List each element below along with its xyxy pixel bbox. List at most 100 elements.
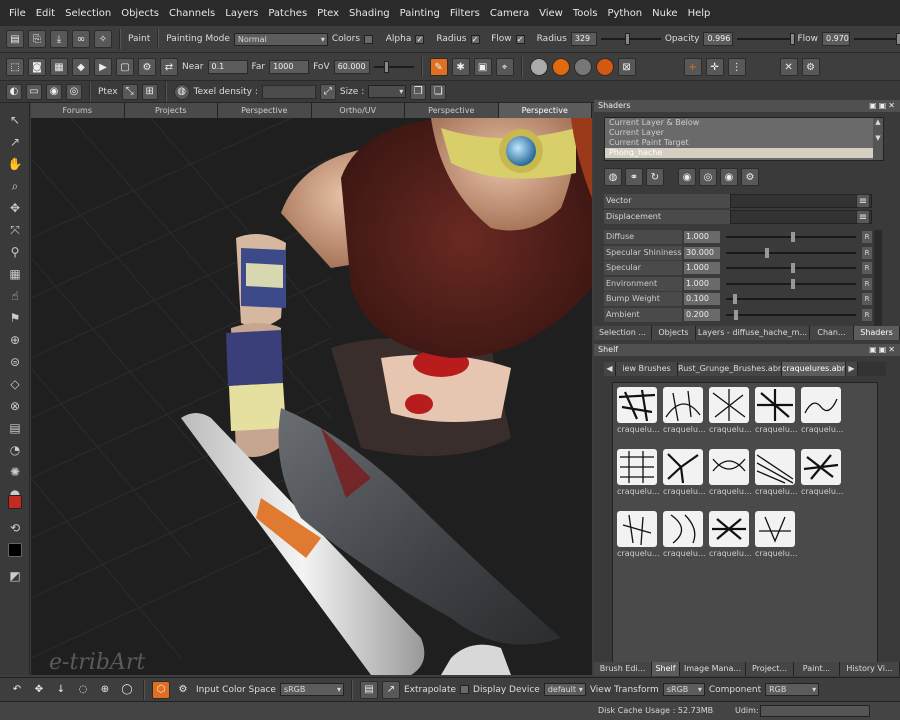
brush-item[interactable]: craquelu... <box>709 387 752 437</box>
shader-list-scrollbar[interactable]: ▲ ▼ <box>873 118 883 160</box>
frame-icon[interactable]: ▢ <box>116 58 134 76</box>
brush-item[interactable]: craquelu... <box>617 387 660 437</box>
param-slider-handle[interactable] <box>732 294 737 304</box>
brush-item[interactable]: craquelu... <box>663 387 706 437</box>
vector-slot[interactable] <box>730 194 872 208</box>
blur-icon[interactable]: ⊜ <box>6 353 24 371</box>
shelf-tab[interactable]: Rust_Grunge_Brushes.abr <box>678 362 782 376</box>
param-reset-button[interactable]: R <box>862 246 872 259</box>
menu-item[interactable]: Camera <box>485 8 534 19</box>
shader-link-icon[interactable]: ⚭ <box>625 168 643 186</box>
foreground-color-swatch[interactable] <box>8 495 22 509</box>
udim-field[interactable] <box>760 705 870 717</box>
param-slider[interactable] <box>726 247 856 258</box>
dock-tab[interactable]: Project... <box>746 662 794 676</box>
lit-sphere-icon[interactable] <box>551 58 570 76</box>
shader-list-item[interactable]: Current Paint Target <box>605 138 883 148</box>
dock-tab[interactable]: Chan... <box>810 326 854 340</box>
shelf-scroll-left-icon[interactable]: ◀ <box>604 362 616 376</box>
brush-item[interactable]: craquelu... <box>709 511 752 561</box>
cube-icon[interactable]: ⬚ <box>6 58 24 76</box>
param-value-field[interactable]: 0.100 <box>684 293 720 305</box>
radius-slider-handle[interactable] <box>624 33 630 45</box>
background-color-swatch[interactable] <box>8 543 22 557</box>
component-select[interactable]: RGB <box>765 683 820 696</box>
dock-tab[interactable]: Shaders <box>854 326 900 340</box>
fov-slider-handle[interactable] <box>383 61 389 73</box>
painting-mode-select[interactable]: Normal <box>233 32 328 46</box>
paint-through-icon[interactable]: ✕ <box>779 58 798 76</box>
param-slider-handle[interactable] <box>791 278 795 289</box>
menu-item[interactable]: Ptex <box>312 8 344 19</box>
move-icon[interactable]: ✥ <box>6 199 24 217</box>
grey-sphere-icon[interactable] <box>573 58 592 76</box>
colors-checkbox[interactable] <box>364 34 374 44</box>
rotate-icon[interactable]: ↶ <box>8 681 26 699</box>
size-select[interactable] <box>368 85 407 98</box>
dock-tab[interactable]: Objects <box>652 326 696 340</box>
import-icon[interactable]: ⤓ <box>50 30 68 48</box>
fov-field[interactable]: 60.000 <box>333 60 370 74</box>
clone-icon[interactable]: ⊕ <box>6 331 24 349</box>
shelf-scroll-right-icon[interactable]: ▶ <box>846 362 858 376</box>
shader-list-item[interactable]: Phong_hache <box>605 148 875 158</box>
menu-item[interactable]: Patches <box>263 8 312 19</box>
grid-icon[interactable]: ▦ <box>50 58 68 76</box>
far-field[interactable]: 1000 <box>269 60 310 74</box>
brush-item[interactable]: craquelu... <box>663 449 706 499</box>
menu-item[interactable]: Selection <box>60 8 116 19</box>
flow-slider-handle[interactable] <box>895 33 900 45</box>
flatten-icon[interactable]: ▭ <box>26 83 42 100</box>
window-controls-icon[interactable]: ▣▣✕ <box>869 100 897 112</box>
shape-icon[interactable]: ◆ <box>72 58 90 76</box>
param-value-field[interactable]: 1.000 <box>684 231 720 243</box>
ptex-grid-icon[interactable]: ⊞ <box>141 83 158 100</box>
view-icon[interactable]: ▶ <box>94 58 112 76</box>
dock-tab[interactable]: Image Mana... <box>680 662 746 676</box>
shaded-sphere-icon[interactable] <box>595 58 614 76</box>
select-faces-icon[interactable]: ↗ <box>6 133 24 151</box>
menu-item[interactable]: Filters <box>445 8 485 19</box>
down-arrow-icon[interactable]: ↓ <box>52 681 70 699</box>
save-icon[interactable]: ▤ <box>6 30 24 48</box>
shader-settings-icon[interactable]: ⚙ <box>741 168 759 186</box>
brush-item[interactable]: craquelu... <box>801 387 844 437</box>
menu-item[interactable]: Channels <box>164 8 220 19</box>
burn-icon[interactable]: ✺ <box>6 463 24 481</box>
zoom-icon[interactable]: ⌕ <box>6 177 24 195</box>
opacity-field[interactable]: 0.996 <box>703 32 734 46</box>
param-reset-button[interactable]: R <box>862 293 872 305</box>
dock-tab[interactable]: Brush Edi... <box>594 662 652 676</box>
camera-icon[interactable]: ◙ <box>28 58 46 76</box>
bug-icon[interactable]: ✱ <box>451 58 470 76</box>
param-slider[interactable] <box>726 294 856 304</box>
orbit-icon[interactable]: ◌ <box>74 681 92 699</box>
translate-icon[interactable]: ✥ <box>30 681 48 699</box>
radius-field[interactable]: 329 <box>570 32 597 46</box>
param-slider[interactable] <box>726 263 856 273</box>
input-color-space-select[interactable]: sRGB <box>279 683 344 696</box>
param-value-field[interactable]: 30.000 <box>684 246 720 259</box>
select-arrow-icon[interactable]: ↖ <box>6 111 24 129</box>
dock-tab[interactable]: Paint... <box>794 662 840 676</box>
menu-item[interactable]: Objects <box>116 8 164 19</box>
link-icon[interactable]: ∞ <box>72 30 90 48</box>
param-value-field[interactable]: 0.200 <box>684 308 720 321</box>
projection-icon[interactable]: ⌖ <box>495 58 514 76</box>
param-reset-button[interactable]: R <box>862 277 872 290</box>
near-field[interactable]: 0.1 <box>207 60 248 74</box>
wand-icon[interactable]: ✧ <box>94 30 112 48</box>
menu-item[interactable]: Help <box>683 8 716 19</box>
brush-item[interactable]: craquelu... <box>617 449 660 499</box>
dropper-icon[interactable]: ⚲ <box>6 243 24 261</box>
paste-icon[interactable]: ❏ <box>430 83 447 100</box>
dodge-icon[interactable]: ◔ <box>6 441 24 459</box>
radius-checkbox[interactable]: ✓ <box>470 34 480 44</box>
paint-settings-icon[interactable]: ⚙ <box>801 58 820 76</box>
shader-new-icon[interactable]: ◍ <box>604 168 622 186</box>
viewport-tab[interactable]: Projects <box>124 103 218 118</box>
displacement-slot[interactable] <box>730 210 872 224</box>
menu-item[interactable]: Layers <box>220 8 263 19</box>
brush-item[interactable]: craquelu... <box>755 387 798 437</box>
brush-item[interactable]: craquelu... <box>755 511 798 561</box>
